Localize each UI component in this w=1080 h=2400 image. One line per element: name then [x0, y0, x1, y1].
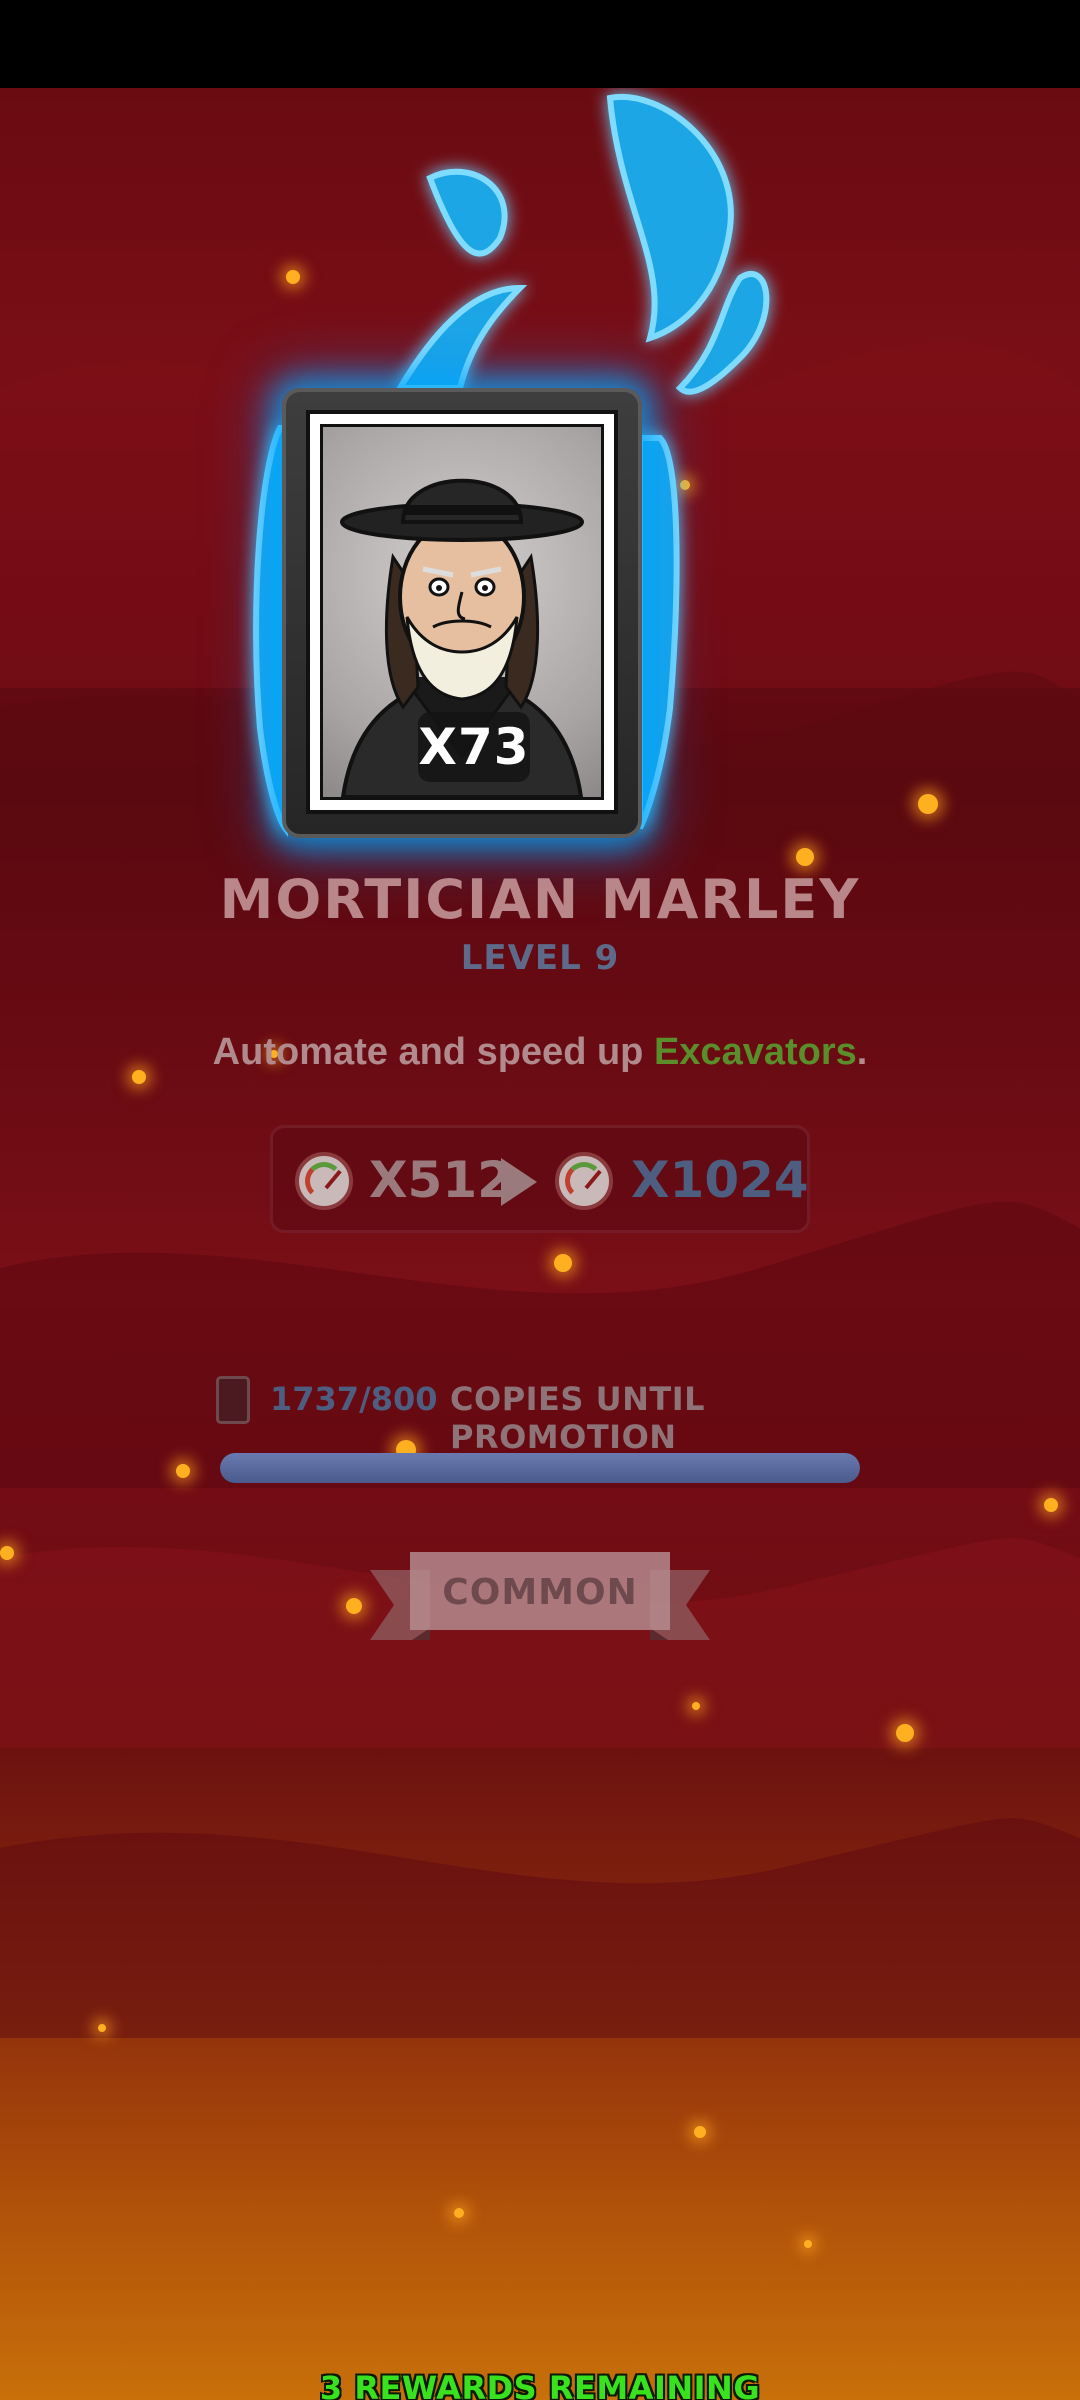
promotion-progress-fill — [220, 1453, 860, 1483]
description-highlight: Excavators — [653, 1031, 857, 1073]
boost-upgrade-panel: X512 X1024 — [270, 1125, 810, 1233]
card-icon — [216, 1376, 250, 1424]
card-border: X73 — [306, 410, 618, 814]
character-portrait: X73 — [320, 424, 604, 800]
card-count-badge: X73 — [418, 712, 530, 782]
character-card[interactable]: X73 — [282, 388, 642, 838]
description-suffix: . — [856, 1031, 868, 1073]
current-multiplier: X512 — [369, 1151, 512, 1209]
rewards-remaining: 3 REWARDS REMAINING — [319, 2369, 761, 2400]
promotion-progress-row: 1737/800 COPIES UNTIL PROMOTION — [212, 1376, 912, 1456]
ember-particle — [454, 2208, 464, 2218]
ember-particle — [554, 1254, 572, 1272]
arrow-right-icon — [501, 1158, 537, 1206]
next-multiplier: X1024 — [631, 1151, 809, 1209]
description-prefix: Automate and speed up — [212, 1031, 654, 1073]
ability-description: Automate and speed up Excavators. — [0, 1031, 1080, 1074]
character-name: MORTICIAN MARLEY — [219, 868, 861, 931]
speedometer-icon — [295, 1152, 353, 1210]
ember-particle — [176, 1464, 190, 1478]
rarity-banner: COMMON — [370, 1550, 710, 1660]
copies-label: COPIES UNTIL PROMOTION — [450, 1380, 705, 1456]
speedometer-icon — [555, 1152, 613, 1210]
ember-particle — [346, 1598, 362, 1614]
ember-particle — [694, 2126, 706, 2138]
ember-particle — [804, 2240, 812, 2248]
ember-particle — [692, 1702, 700, 1710]
character-level: LEVEL 9 — [460, 938, 620, 978]
ember-particle — [1044, 1498, 1058, 1512]
status-bar — [0, 0, 1080, 88]
ember-particle — [0, 1546, 14, 1560]
promotion-progress-bar — [220, 1453, 860, 1483]
ember-particle — [896, 1724, 914, 1742]
copies-count: 1737/800 — [270, 1380, 438, 1418]
ember-particle — [98, 2024, 106, 2032]
rarity-label: COMMON — [442, 1572, 638, 1613]
reward-screen[interactable]: X73 MORTICIAN MARLEY LEVEL 9 Automate an… — [0, 88, 1080, 2400]
